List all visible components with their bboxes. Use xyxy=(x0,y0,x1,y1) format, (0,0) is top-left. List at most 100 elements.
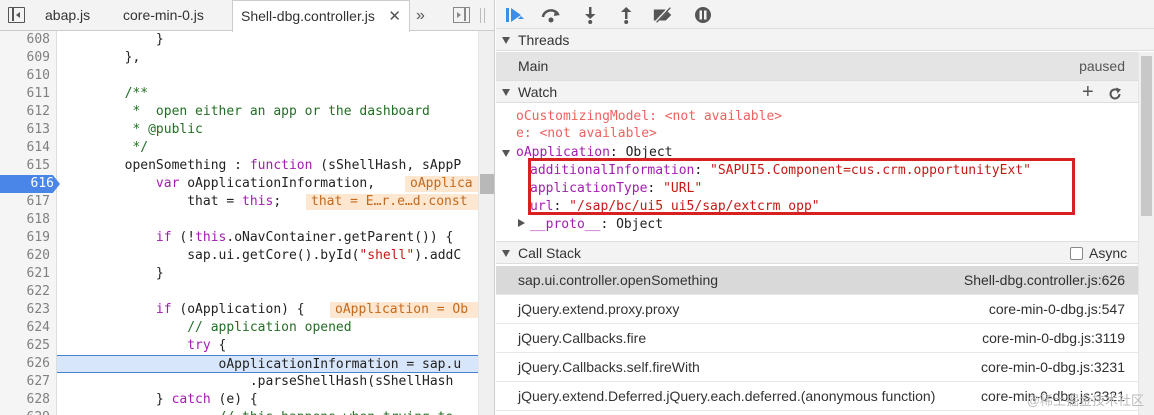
expanded-triangle-icon xyxy=(502,37,510,44)
deactivate-breakpoints-icon[interactable] xyxy=(652,5,674,25)
code-line: } catch (e) { xyxy=(62,392,258,407)
line-number[interactable]: 622 xyxy=(0,283,56,301)
add-watch-icon[interactable]: + xyxy=(1082,81,1094,103)
line-number[interactable]: 615 xyxy=(0,157,56,175)
line-number[interactable]: 627 xyxy=(0,373,56,391)
expanded-triangle-icon[interactable] xyxy=(502,150,510,157)
breakpoint-marker[interactable]: 616 xyxy=(0,175,60,193)
watch-item[interactable]: e: <not available> xyxy=(516,125,657,142)
async-label: Async xyxy=(1089,245,1128,261)
code-line: }, xyxy=(62,50,141,65)
pane-divider-2 xyxy=(484,8,485,23)
frame-function-name: jQuery.Callbacks.fire xyxy=(518,330,647,346)
collapsed-triangle-icon[interactable] xyxy=(518,219,525,227)
frame-location[interactable]: Shell-dbg.controller.js:626 xyxy=(964,266,1125,295)
tab-shell-dbg-controller-js[interactable]: Shell-dbg.controller.js ✕ xyxy=(232,0,410,32)
watch-proto[interactable]: __proto__: Object xyxy=(530,216,663,233)
thread-name: Main xyxy=(518,58,549,74)
code-line: } xyxy=(62,32,164,47)
sources-pane: abap.js core-min-0.js Shell-dbg.controll… xyxy=(0,0,495,415)
line-number[interactable]: 619 xyxy=(0,229,56,247)
toggle-debugger-icon[interactable] xyxy=(453,7,470,23)
step-over-icon[interactable] xyxy=(540,5,562,25)
line-number[interactable]: 609 xyxy=(0,49,56,67)
line-number[interactable]: 612 xyxy=(0,103,56,121)
code-line: * @public xyxy=(62,122,203,137)
code-line: /** xyxy=(62,86,149,101)
step-out-icon[interactable] xyxy=(615,5,637,25)
code-line: openSomething : function (sShellHash, sA… xyxy=(62,158,462,173)
frame-function-name: jQuery.extend.proxy.proxy xyxy=(518,301,680,317)
threads-title: Threads xyxy=(518,32,570,48)
watch-item[interactable]: oCustomizingModel: <not available> xyxy=(516,108,782,125)
more-tabs-button[interactable]: » xyxy=(416,0,430,31)
debugger-toolbar xyxy=(496,0,1154,31)
line-number[interactable]: 629 xyxy=(0,409,56,415)
line-number[interactable]: 617 xyxy=(0,193,56,211)
line-number[interactable]: 620 xyxy=(0,247,56,265)
sidebar-scrollbar[interactable] xyxy=(1138,52,1154,415)
call-stack-title: Call Stack xyxy=(518,245,582,261)
frame-function-name: jQuery.Callbacks.self.fireWith xyxy=(518,359,700,375)
step-into-icon[interactable] xyxy=(579,5,601,25)
code-line: // application opened xyxy=(62,320,352,335)
call-stack-frame[interactable]: jQuery.extend.proxy.proxy core-min-0-dbg.… xyxy=(496,295,1138,324)
tab-core-min-0-js[interactable]: core-min-0.js xyxy=(123,0,219,31)
watch-section-header[interactable]: Watch + xyxy=(496,80,1154,103)
scrollbar-thumb[interactable] xyxy=(1141,56,1152,216)
highlight-box xyxy=(528,158,1075,215)
watermark: @稀土掘金技术社区 xyxy=(1026,393,1144,408)
line-number[interactable]: 618 xyxy=(0,211,56,229)
code-line: if (!this.oNavContainer.getParent()) { xyxy=(155,230,454,245)
current-execution-line: oApplicationInformation = sap.u xyxy=(57,355,478,373)
close-tab-icon[interactable]: ✕ xyxy=(388,1,401,32)
line-number[interactable]: 628 xyxy=(0,391,56,409)
call-stack-section-header[interactable]: Call Stack Async xyxy=(496,241,1154,264)
thread-status: paused xyxy=(1079,58,1125,74)
call-stack-frame[interactable]: jQuery.Callbacks.fire core-min-0-dbg.js:3… xyxy=(496,324,1138,353)
expanded-triangle-icon xyxy=(502,250,510,257)
call-stack-frame[interactable]: sap.ui.controller.openSomething Shell-dbg… xyxy=(496,266,1138,295)
code-line: } xyxy=(62,266,164,281)
code-editor[interactable]: 608 } 609 }, 610 611 /** 612 * open either a… xyxy=(0,31,494,415)
toggle-navigator-icon[interactable] xyxy=(8,7,25,23)
pause-on-exceptions-icon[interactable] xyxy=(692,5,714,25)
frame-location[interactable]: core-min-0-dbg.js:547 xyxy=(989,295,1125,324)
inline-value: oApplica xyxy=(405,176,478,192)
line-number[interactable]: 613 xyxy=(0,121,56,139)
pane-divider xyxy=(480,8,481,23)
line-number[interactable]: 625 xyxy=(0,337,56,355)
line-number[interactable]: 610 xyxy=(0,67,56,85)
code-line: .parseShellHash(sShellHash xyxy=(62,374,454,389)
frame-function-name: jQuery.extend.Deferred.jQuery.each.defer… xyxy=(518,388,936,404)
line-number[interactable]: 614 xyxy=(0,139,56,157)
refresh-watch-icon[interactable] xyxy=(1108,85,1122,100)
watch-list: oCustomizingModel: <not available> e: <n… xyxy=(496,104,1138,239)
code-line: * open either an app or the dashboard xyxy=(62,104,430,119)
tab-abap-js[interactable]: abap.js xyxy=(45,0,105,31)
code-line: try { xyxy=(187,338,227,353)
resume-icon[interactable] xyxy=(504,5,526,25)
line-number[interactable]: 626 xyxy=(0,355,56,373)
inline-value: oApplication = Ob xyxy=(330,302,478,318)
editor-tab-bar: abap.js core-min-0.js Shell-dbg.controll… xyxy=(0,0,494,32)
call-stack-frame[interactable]: jQuery.Callbacks.self.fireWith core-min-0… xyxy=(496,353,1138,382)
threads-section-header[interactable]: Threads xyxy=(496,28,1154,51)
line-number[interactable]: 611 xyxy=(0,85,56,103)
debugger-sidebar: Threads Main paused Watch + oCustomizing… xyxy=(496,0,1154,415)
frame-location[interactable]: core-min-0-dbg.js:3119 xyxy=(982,324,1125,353)
thread-row[interactable]: Main paused xyxy=(496,52,1138,80)
scrollbar-thumb[interactable] xyxy=(480,174,494,194)
editor-scrollbar[interactable] xyxy=(478,31,494,415)
line-number[interactable]: 624 xyxy=(0,319,56,337)
frame-location[interactable]: core-min-0-dbg.js:3231 xyxy=(981,353,1125,382)
line-number[interactable]: 608 xyxy=(0,31,56,49)
line-number[interactable]: 621 xyxy=(0,265,56,283)
watch-title: Watch xyxy=(518,84,558,100)
async-checkbox[interactable] xyxy=(1070,247,1083,260)
line-number[interactable]: 623 xyxy=(0,301,56,319)
code-line: sap.ui.getCore().byId("shell").addC xyxy=(62,248,462,263)
